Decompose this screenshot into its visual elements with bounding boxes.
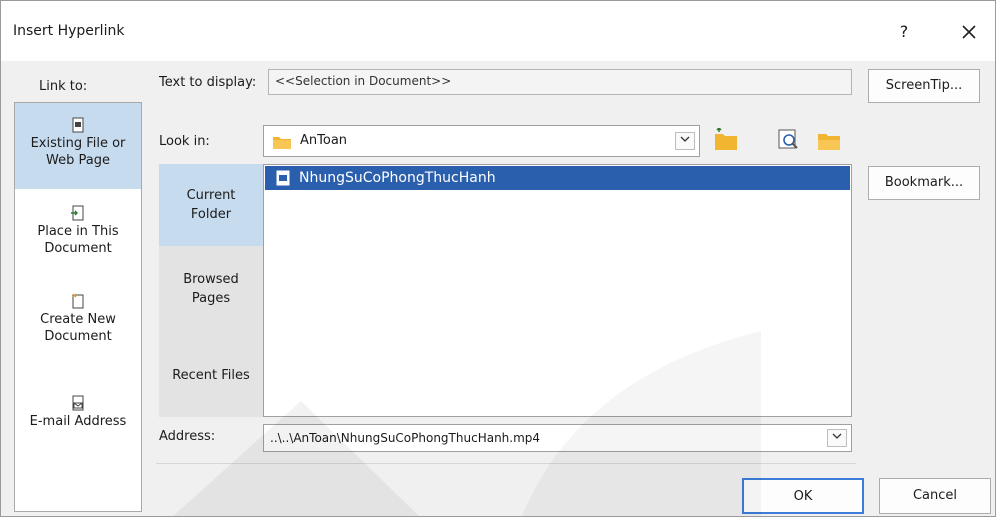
chevron-down-icon [680, 136, 690, 142]
look-in-value: AnToan [300, 133, 348, 148]
ok-button[interactable]: OK [742, 478, 864, 514]
browse-web-button[interactable] [776, 128, 802, 154]
look-in-dropdown-button[interactable] [675, 132, 695, 150]
up-folder-icon [715, 126, 737, 150]
close-icon [962, 24, 976, 39]
link-to-create-new-label-2: Document [44, 329, 112, 344]
address-input[interactable]: ..\..\AnToan\NhungSuCoPhongThucHanh.mp4 [263, 424, 852, 452]
browse-file-button[interactable] [816, 128, 842, 154]
place-recent-files[interactable]: Recent Files [159, 332, 263, 417]
place-browsed-pages[interactable]: Browsed Pages [159, 246, 263, 332]
file-name: NhungSuCoPhongThucHanh [299, 170, 496, 186]
place-recent-files-label: Recent Files [172, 368, 250, 383]
dialog-title: Insert Hyperlink [13, 23, 125, 39]
video-file-icon [276, 170, 290, 186]
up-folder-button[interactable] [713, 126, 739, 154]
link-to-existing-file-label-1: Existing File or [30, 136, 126, 151]
place-browsed-pages-label-1: Browsed [183, 272, 239, 287]
place-current-folder-label-1: Current [186, 188, 236, 203]
existing-file-icon [72, 117, 84, 133]
places-bar: Current Folder Browsed Pages Recent File… [159, 164, 263, 417]
chevron-down-icon [832, 433, 842, 439]
browse-file-icon [818, 134, 840, 150]
insert-hyperlink-dialog: Insert Hyperlink ? Link to: Existing Fil… [0, 0, 996, 517]
place-browsed-pages-label-2: Pages [191, 291, 231, 306]
separator [156, 463, 856, 464]
link-to-create-new-label-1: Create New [40, 312, 116, 327]
place-in-document-icon [71, 205, 84, 221]
cancel-button[interactable]: Cancel [879, 478, 991, 514]
link-to-existing-file-label-2: Web Page [46, 153, 110, 168]
link-to-place-in-document[interactable]: Place in This Document [15, 205, 141, 257]
email-address-icon [72, 395, 84, 411]
link-to-create-new[interactable]: Create New Document [15, 293, 141, 345]
link-to-label: Link to: [39, 79, 88, 94]
link-to-existing-file[interactable]: Existing File or Web Page [15, 103, 141, 189]
address-dropdown-button[interactable] [827, 429, 847, 447]
link-to-email[interactable]: E-mail Address [15, 395, 141, 430]
title-bar: Insert Hyperlink ? [1, 1, 995, 61]
bookmark-button[interactable]: Bookmark... [868, 166, 980, 200]
look-in-dropdown[interactable]: AnToan [263, 125, 700, 157]
link-to-place-label-1: Place in This [37, 224, 119, 239]
link-to-panel: Existing File or Web Page Place in This … [14, 102, 142, 512]
link-to-email-label: E-mail Address [29, 414, 127, 429]
help-button[interactable]: ? [889, 17, 919, 47]
folder-icon [273, 137, 291, 149]
close-button[interactable] [949, 15, 989, 49]
file-list-item[interactable]: NhungSuCoPhongThucHanh [265, 166, 850, 190]
address-value: ..\..\AnToan\NhungSuCoPhongThucHanh.mp4 [270, 431, 541, 445]
screentip-button[interactable]: ScreenTip... [868, 69, 980, 103]
place-current-folder[interactable]: Current Folder [159, 164, 263, 246]
text-to-display-label: Text to display: [159, 75, 257, 90]
address-label: Address: [159, 429, 216, 444]
place-current-folder-label-2: Folder [190, 207, 232, 222]
new-document-icon [72, 293, 84, 309]
look-in-label: Look in: [159, 134, 210, 149]
text-to-display-input[interactable]: <<Selection in Document>> [268, 69, 852, 95]
browse-web-icon [778, 129, 798, 149]
file-list[interactable]: NhungSuCoPhongThucHanh [263, 164, 852, 417]
link-to-place-label-2: Document [44, 241, 112, 256]
